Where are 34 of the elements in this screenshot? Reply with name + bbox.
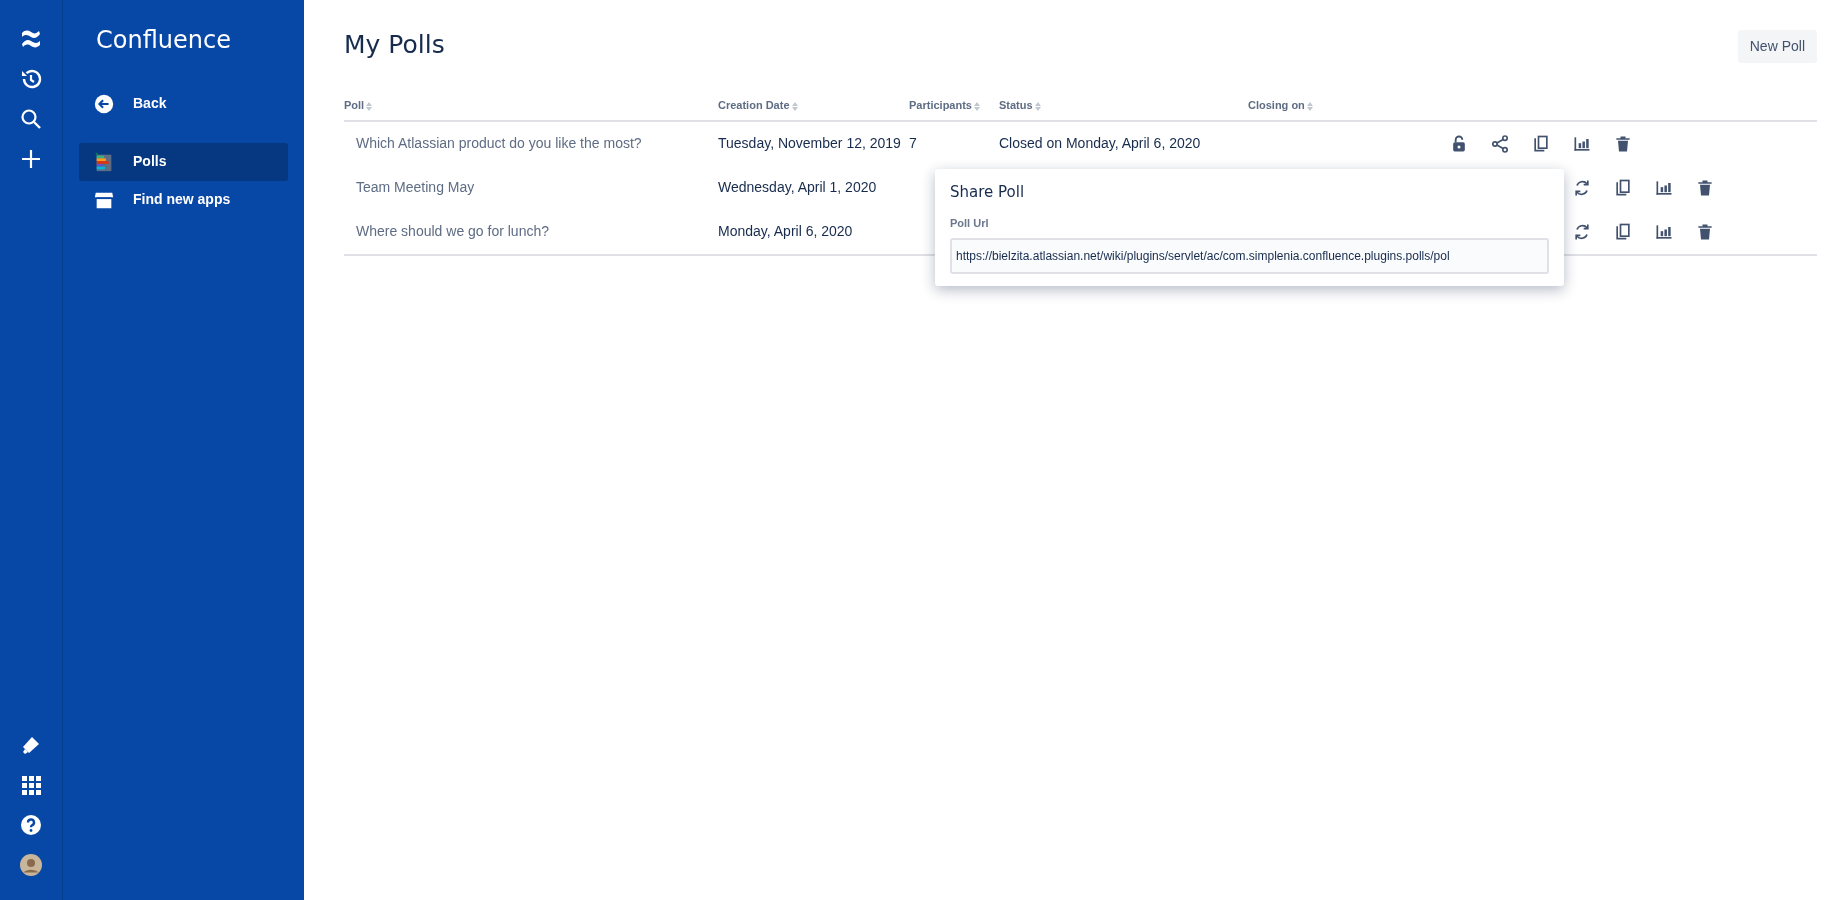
poll-title[interactable]: Team Meeting May	[356, 179, 475, 195]
sidebar-item[interactable]: Find new apps	[79, 180, 288, 219]
url-input-field[interactable]: https://bielzita.atlassian.net/wiki/plugins/servlet/ac/com.simplenia.confluence.plugins.polls/pol	[950, 237, 1549, 274]
search-icon	[19, 107, 43, 131]
column-header[interactable]: Closing on	[1248, 99, 1305, 111]
popover-title: Share Poll	[950, 183, 1026, 201]
sidebar-item[interactable]: Polls	[79, 142, 288, 181]
page-title: My Polls	[344, 30, 445, 60]
copy-icon	[1531, 133, 1551, 154]
copy-icon	[1613, 177, 1633, 198]
column-header[interactable]: Poll	[344, 99, 365, 111]
creation-date: Tuesday, November 12, 2019	[718, 135, 901, 151]
poll-status: Closed on Monday, April 6, 2020	[999, 135, 1201, 151]
clock-icon	[19, 67, 43, 91]
column-header[interactable]: Creation Date	[718, 99, 790, 111]
creation-date: Monday, April 6, 2020	[718, 223, 853, 239]
help-button[interactable]	[18, 812, 44, 838]
help-icon	[19, 813, 43, 837]
sidebar-item[interactable]: Back	[79, 84, 288, 123]
participant-count: 7	[909, 135, 917, 151]
poll-title[interactable]: Which Atlassian product do you like the most?	[356, 135, 642, 151]
app-grid-icon	[19, 773, 43, 797]
plus-icon	[19, 147, 43, 171]
new-poll-button[interactable]: New Poll	[1737, 30, 1817, 63]
avatar-button[interactable]	[18, 852, 44, 878]
copy-icon	[1613, 221, 1633, 242]
column-header[interactable]: Participants	[909, 99, 972, 111]
share-icon	[1490, 133, 1510, 154]
product-title: Confluence	[96, 26, 232, 55]
poll-title[interactable]: Where should we go for lunch?	[356, 223, 549, 239]
column-header[interactable]: Status	[999, 99, 1033, 111]
avatar-icon	[19, 853, 43, 877]
creation-date: Wednesday, April 1, 2020	[718, 179, 877, 195]
field-label: Poll Url	[950, 216, 990, 231]
